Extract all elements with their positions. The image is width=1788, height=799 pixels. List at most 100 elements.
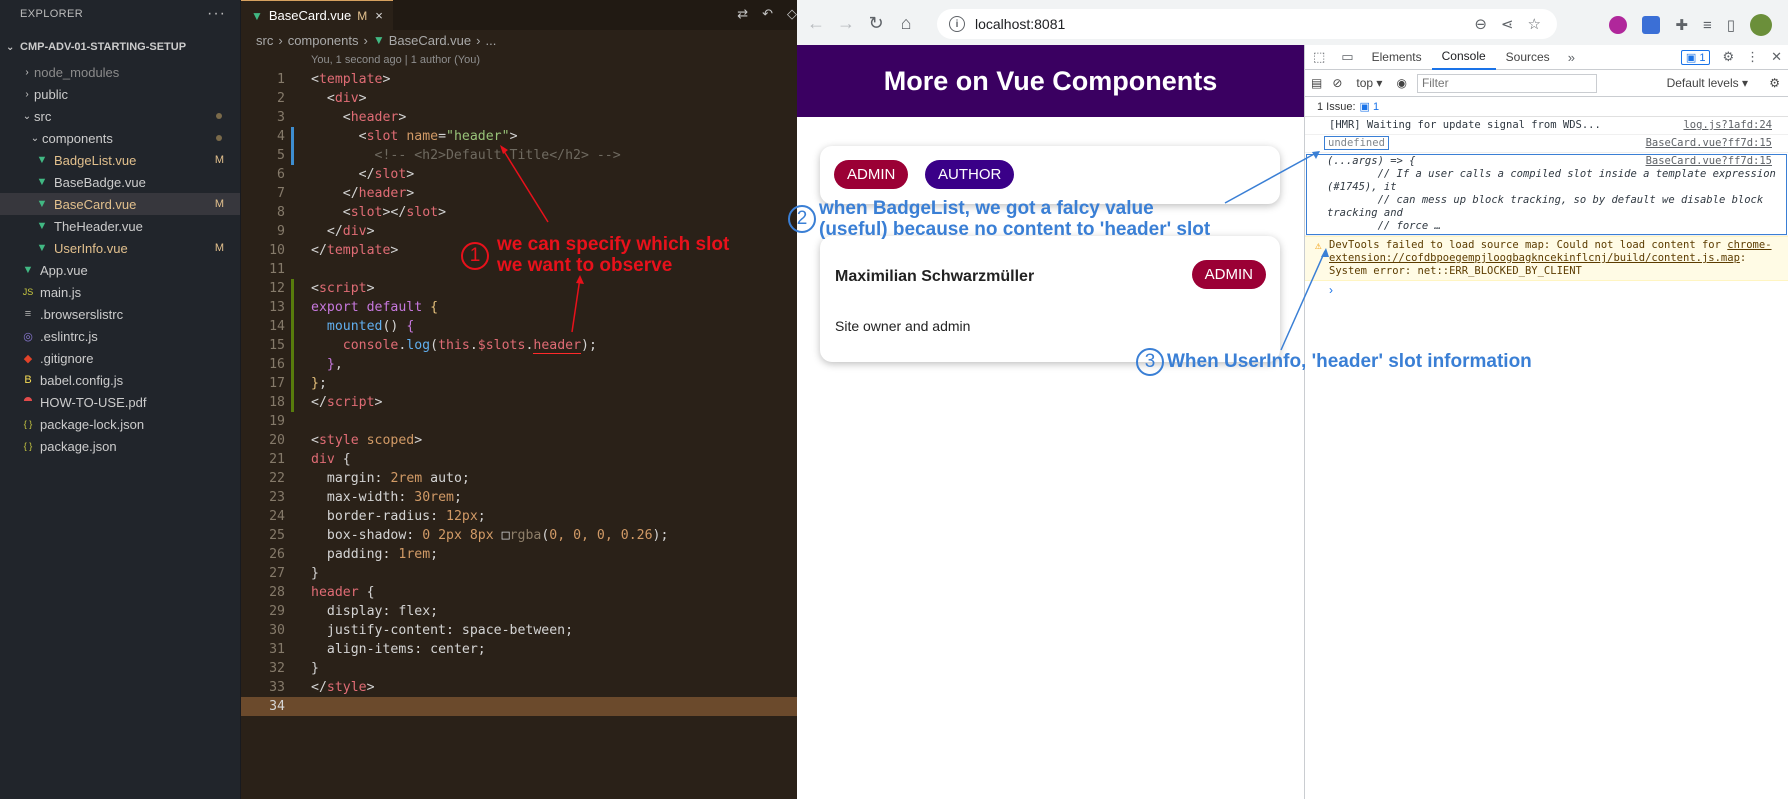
tab-basecard[interactable]: ▼ BaseCard.vue M × <box>241 0 393 30</box>
line-number: 29 <box>269 604 285 619</box>
console-source-link[interactable]: BaseCard.vue?ff7d:15 <box>1646 137 1772 150</box>
share-icon[interactable]: ⋖ <box>1501 15 1514 33</box>
issues-bar[interactable]: 1 Issue: ▣ 1 <box>1305 97 1788 117</box>
tree-item[interactable]: › public <box>0 83 240 105</box>
code-area[interactable]: 1 <template> 2 <div> 3 <header> 4 <slot n… <box>241 70 797 716</box>
console-message-hmr: [HMR] Waiting for update signal from WDS… <box>1305 117 1788 135</box>
eslint-file-icon: ◎ <box>23 330 33 343</box>
line-number: 9 <box>277 224 285 239</box>
tree-item[interactable]: ⌄ src <box>0 105 240 127</box>
device-toolbar-icon[interactable]: ▭ <box>1333 49 1361 65</box>
tree-item[interactable]: ◆ .gitignore <box>0 347 240 369</box>
line-number: 21 <box>269 452 285 467</box>
settings-gear-icon[interactable]: ⚙ <box>1722 49 1734 65</box>
side-panel-icon[interactable]: ▯ <box>1727 16 1735 34</box>
code-line: export default { <box>311 300 439 315</box>
bookmark-star-icon[interactable]: ☆ <box>1528 15 1541 33</box>
open-changes-icon[interactable]: ◇ <box>787 6 797 22</box>
line-number: 20 <box>269 433 285 448</box>
tree-item[interactable]: ▼ TheHeader.vue <box>0 215 240 237</box>
vue-file-icon: ▼ <box>36 198 48 210</box>
kebab-menu-icon[interactable]: ⋮ <box>1746 49 1759 65</box>
tab-console[interactable]: Console <box>1431 45 1496 70</box>
back-icon[interactable]: ← <box>801 13 831 34</box>
line-number: 34 <box>269 699 285 714</box>
issue-count: 1 <box>1372 101 1380 113</box>
code-line: box-shadow: 0 2px 8px □rgba(0, 0, 0, 0.2… <box>326 528 669 543</box>
json-file-icon: { } <box>23 419 33 429</box>
tree-item-label: .gitignore <box>40 350 94 366</box>
tree-item[interactable]: { } package-lock.json <box>0 413 240 435</box>
console-settings-gear-icon[interactable]: ⚙ <box>1769 76 1780 90</box>
code-line: <slot name="header"> <box>358 129 518 144</box>
close-devtools-icon[interactable]: ✕ <box>1771 49 1782 65</box>
line-number: 33 <box>269 680 285 695</box>
context-select[interactable]: top ▾ <box>1352 76 1386 90</box>
tree-item[interactable]: › node_modules <box>0 61 240 83</box>
code-editor: ▼ BaseCard.vue M × ⇄ ↶ ◇ src › component… <box>241 0 797 799</box>
project-folder-header[interactable]: ⌄ CMP-ADV-01-STARTING-SETUP <box>0 33 240 61</box>
modified-dot-icon <box>216 113 222 119</box>
tree-item[interactable]: ▼ BadgeList.vue M <box>0 149 240 171</box>
puzzle-extensions-icon[interactable]: ✚ <box>1675 16 1688 34</box>
forward-icon[interactable]: → <box>831 13 861 34</box>
tree-item[interactable]: ⌄ components <box>0 127 240 149</box>
console-toolbar: ▤ ⊘ top ▾ ◉ Default levels ▾ ⚙ <box>1305 70 1788 97</box>
tree-item[interactable]: Bbabel.config.js <box>0 369 240 391</box>
more-tabs-icon[interactable]: » <box>1560 50 1583 65</box>
close-tab-icon[interactable]: × <box>375 8 383 23</box>
tree-item[interactable]: ▼ UserInfo.vue M <box>0 237 240 259</box>
chevron-right-icon: › <box>476 32 481 48</box>
breadcrumb-components[interactable]: components <box>288 33 359 48</box>
zoom-icon[interactable]: ⊖ <box>1474 15 1487 33</box>
breadcrumb-file[interactable]: BaseCard.vue <box>389 33 471 48</box>
address-bar[interactable]: i localhost:8081 ⊖ ⋖ ☆ <box>937 9 1557 39</box>
tab-elements[interactable]: Elements <box>1362 45 1432 70</box>
issue-count-badge: ▣ 1 <box>1359 101 1380 113</box>
console-source-link[interactable]: log.js?1afd:24 <box>1683 119 1772 132</box>
tree-item[interactable]: ⯊ HOW-TO-USE.pdf <box>0 391 240 413</box>
console-prompt[interactable]: › <box>1305 281 1788 299</box>
tab-sources[interactable]: Sources <box>1496 45 1560 70</box>
explorer-header: EXPLORER ··· <box>0 0 240 28</box>
tree-item[interactable]: ▼ BaseCard.vue M <box>0 193 240 215</box>
breadcrumb-symbol[interactable]: ... <box>485 33 496 48</box>
line-number: 1 <box>277 72 285 87</box>
code-line: <style scoped> <box>311 433 423 448</box>
code-line: <script> <box>311 281 375 296</box>
more-actions-icon[interactable]: ··· <box>207 5 226 23</box>
git-blame-lens[interactable]: You, 1 second ago | 1 author (You) <box>241 50 797 69</box>
tree-item[interactable]: ▼ App.vue <box>0 259 240 281</box>
extension-r-icon[interactable] <box>1609 16 1628 34</box>
code-line: <slot></slot> <box>342 205 447 220</box>
tree-item-label: babel.config.js <box>40 372 124 388</box>
translate-icon[interactable] <box>1642 16 1661 34</box>
site-info-icon[interactable]: i <box>949 16 965 32</box>
home-icon[interactable]: ⌂ <box>891 13 921 34</box>
tree-item[interactable]: ≡ .browserslistrc <box>0 303 240 325</box>
sidebar-toggle-icon[interactable]: ▤ <box>1311 76 1322 90</box>
breadcrumb-src[interactable]: src <box>256 33 273 48</box>
user-role-badge: ADMIN <box>1191 260 1266 289</box>
console-source-link[interactable]: BaseCard.vue?ff7d:15 <box>1646 155 1772 168</box>
clear-console-icon[interactable]: ⊘ <box>1332 76 1342 90</box>
vue-file-icon: ▼ <box>36 154 48 166</box>
tree-item[interactable]: JS main.js <box>0 281 240 303</box>
code-line: </style> <box>311 680 375 695</box>
compare-changes-icon[interactable]: ⇄ <box>737 6 748 22</box>
tree-item-label: package-lock.json <box>40 416 145 432</box>
profile-avatar[interactable] <box>1750 14 1772 36</box>
tree-item[interactable]: { } package.json <box>0 435 240 457</box>
media-icon[interactable]: ≡ <box>1703 17 1712 34</box>
revert-icon[interactable]: ↶ <box>762 6 773 22</box>
line-number: 16 <box>269 357 285 372</box>
tree-item[interactable]: ▼ BaseBadge.vue <box>0 171 240 193</box>
console-filter-input[interactable] <box>1416 73 1597 93</box>
inspect-element-icon[interactable]: ⬚ <box>1305 49 1333 65</box>
log-levels-dropdown[interactable]: Default levels ▾ <box>1667 76 1748 90</box>
code-line: <template> <box>311 72 391 87</box>
issues-counter[interactable]: ▣ 1 <box>1680 49 1711 65</box>
tree-item[interactable]: ◎ .eslintrc.js <box>0 325 240 347</box>
reload-icon[interactable]: ↻ <box>861 13 891 34</box>
live-expression-eye-icon[interactable]: ◉ <box>1396 76 1406 90</box>
